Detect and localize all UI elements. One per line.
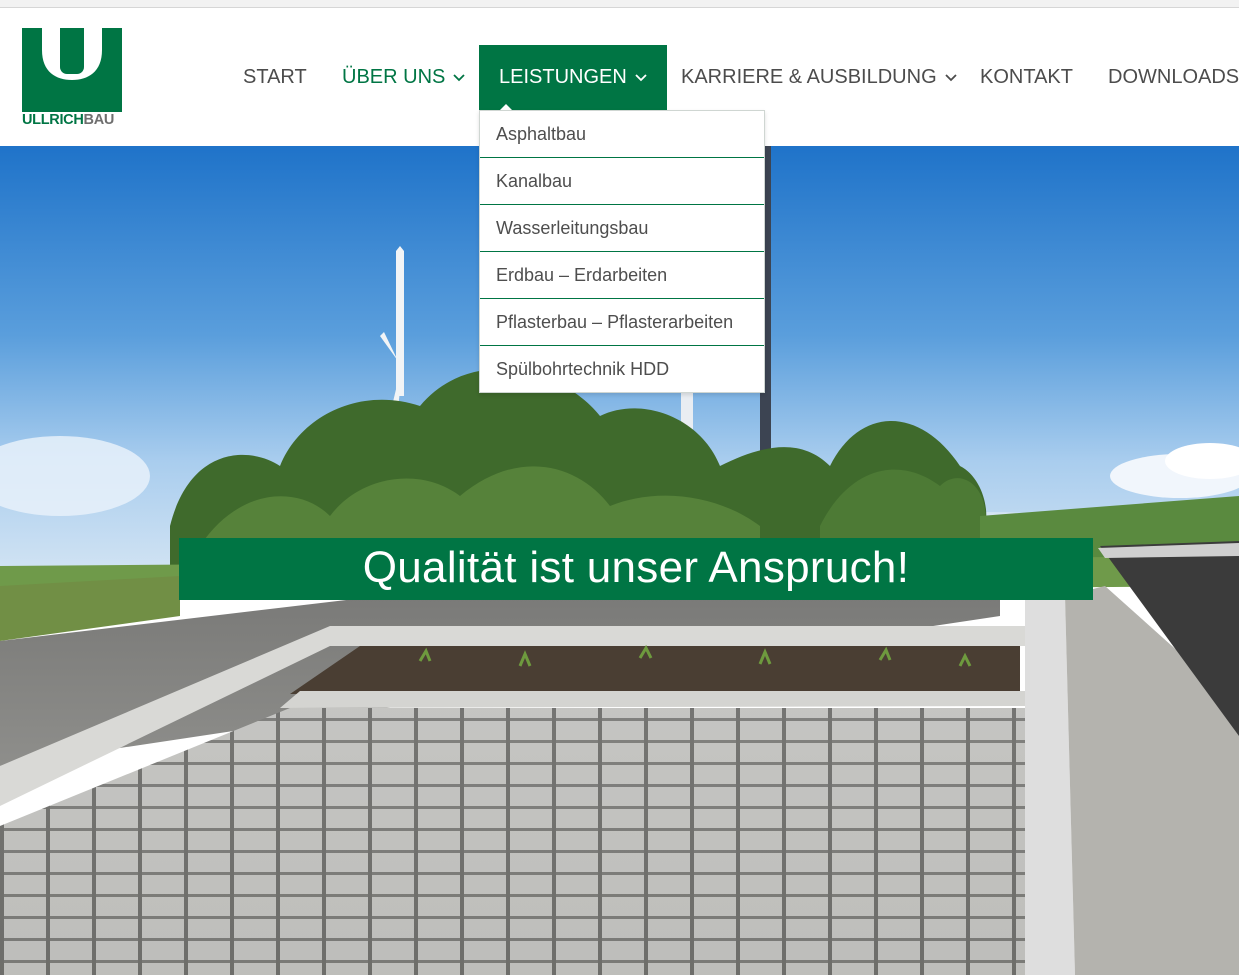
submenu-item-erdbau[interactable]: Erdbau – Erdarbeiten: [480, 252, 764, 299]
nav-label-ueber-uns: ÜBER UNS: [342, 66, 446, 88]
logo-u-mark: [22, 28, 122, 112]
nav-item-downloads[interactable]: DOWNLOADS: [1108, 45, 1239, 110]
submenu-item-pflasterbau[interactable]: Pflasterbau – Pflasterarbeiten: [480, 299, 764, 346]
nav-label-leistungen: LEISTUNGEN: [499, 66, 627, 88]
browser-top-strip: [0, 0, 1239, 8]
nav-label-karriere: KARRIERE & AUSBILDUNG: [681, 66, 937, 88]
submenu-item-wasserleitungsbau[interactable]: Wasserleitungsbau: [480, 205, 764, 252]
logo-wordmark: ULLRICHBAU: [22, 112, 122, 128]
chevron-down-icon: [944, 44, 957, 108]
nav-item-kontakt[interactable]: KONTAKT: [980, 45, 1073, 110]
submenu-item-kanalbau[interactable]: Kanalbau: [480, 158, 764, 205]
logo-text-bau: BAU: [83, 112, 115, 128]
hero-headline: Qualität ist unser Anspruch!: [179, 538, 1093, 600]
leistungen-submenu: Asphaltbau Kanalbau Wasserleitungsbau Er…: [479, 110, 765, 393]
submenu-item-spuelbohrtechnik[interactable]: Spülbohrtechnik HDD: [480, 346, 764, 392]
nav-label-start: START: [243, 66, 307, 88]
chevron-down-icon: [635, 44, 647, 108]
chevron-down-icon: [453, 44, 465, 108]
nav-item-ueber-uns[interactable]: ÜBER UNS: [342, 45, 465, 110]
submenu-item-asphaltbau[interactable]: Asphaltbau: [480, 111, 764, 158]
nav-item-karriere-ausbildung[interactable]: KARRIERE & AUSBILDUNG: [681, 45, 957, 110]
logo-text-ullrich: ULLRICH: [22, 112, 84, 128]
nav-label-kontakt: KONTAKT: [980, 66, 1073, 88]
nav-label-downloads: DOWNLOADS: [1108, 66, 1239, 88]
company-logo[interactable]: ULLRICHBAU: [22, 28, 122, 136]
nav-item-leistungen[interactable]: LEISTUNGEN: [479, 44, 667, 111]
nav-item-start[interactable]: START: [243, 45, 307, 110]
